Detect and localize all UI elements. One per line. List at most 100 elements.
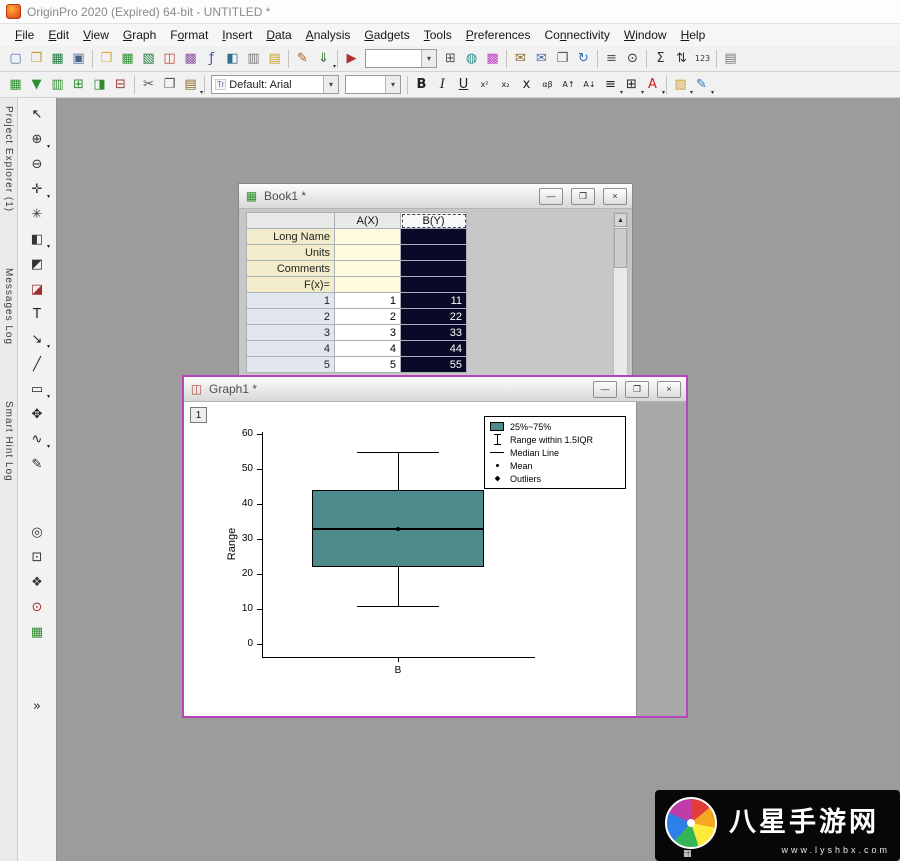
new-3d-graph[interactable]: ◧ bbox=[222, 48, 243, 70]
dropdown-arrow-icon[interactable]: ▾ bbox=[47, 343, 50, 350]
graph1-title-bar[interactable]: ◫ Graph1 * — ❐ × bbox=[184, 377, 686, 402]
open-excel[interactable]: ▦ bbox=[47, 48, 68, 70]
dropdown-arrow-icon[interactable]: ▾ bbox=[200, 89, 203, 96]
menu-item-format[interactable]: Format bbox=[163, 26, 215, 44]
rescale-tool[interactable]: ◎ bbox=[25, 521, 49, 543]
increase-font[interactable]: A↑ bbox=[558, 74, 579, 96]
superscript[interactable]: x² bbox=[474, 74, 495, 96]
cell-b-value-selected[interactable]: 33 bbox=[401, 325, 467, 341]
book1-title-bar[interactable]: ▦ Book1 * — ❐ × bbox=[239, 184, 632, 209]
fill-color[interactable]: ▨▾ bbox=[670, 74, 691, 96]
row-number[interactable]: 1 bbox=[247, 293, 335, 309]
append-rows[interactable]: ▼ bbox=[26, 74, 47, 96]
new-function-plot[interactable]: ƒ bbox=[201, 48, 222, 70]
more-tools[interactable]: » bbox=[25, 695, 49, 717]
move-column[interactable]: ◨ bbox=[89, 74, 110, 96]
font-size-combo-dropdown-arrow-icon[interactable]: ▾ bbox=[385, 76, 400, 93]
cell-a-value[interactable]: 4 bbox=[335, 341, 401, 357]
cell-b-header-selected[interactable] bbox=[401, 245, 467, 261]
set-decimal-places[interactable]: 123 bbox=[692, 48, 713, 70]
cell-b-header-selected[interactable] bbox=[401, 277, 467, 293]
underline[interactable]: U bbox=[453, 74, 474, 96]
add-new-columns[interactable]: ⊞ bbox=[440, 48, 461, 70]
data-selector-tool[interactable]: ◧▾ bbox=[25, 228, 49, 250]
script-window[interactable]: ≡ bbox=[601, 48, 622, 70]
freehand-tool[interactable]: ✎ bbox=[25, 453, 49, 475]
graph1-window[interactable]: ◫ Graph1 * — ❐ × 1 0102030405060BRange 2… bbox=[182, 375, 688, 718]
vertical-scrollbar[interactable]: ▲ ▼ bbox=[613, 212, 628, 395]
cell-b-value-selected[interactable]: 55 bbox=[401, 357, 467, 373]
font-combo-dropdown-arrow-icon[interactable]: ▾ bbox=[323, 76, 338, 93]
pointer-tool[interactable]: ↖ bbox=[25, 103, 49, 125]
slide-show[interactable]: ▶ bbox=[341, 48, 362, 70]
new-folder[interactable]: ❒ bbox=[96, 48, 117, 70]
cell-b-value-selected[interactable]: 22 bbox=[401, 309, 467, 325]
pick-data-point-tool[interactable]: ⊙ bbox=[25, 596, 49, 618]
scroll-thumb[interactable] bbox=[614, 228, 627, 268]
dropdown-arrow-icon[interactable]: ▾ bbox=[662, 89, 665, 96]
insert-rows[interactable]: ▦ bbox=[5, 74, 26, 96]
row-number[interactable]: 5 bbox=[247, 357, 335, 373]
copy[interactable]: ❐ bbox=[159, 74, 180, 96]
new-excel[interactable]: ▧ bbox=[138, 48, 159, 70]
dropdown-arrow-icon[interactable]: ▾ bbox=[47, 243, 50, 250]
arrow-tool[interactable]: ↘▾ bbox=[25, 328, 49, 350]
cell-a-value[interactable]: 3 bbox=[335, 325, 401, 341]
bold[interactable]: B bbox=[411, 74, 432, 96]
dropdown-arrow-icon[interactable]: ▾ bbox=[47, 393, 50, 400]
menu-item-graph[interactable]: Graph bbox=[116, 26, 163, 44]
layer1-button[interactable]: 1 bbox=[190, 407, 207, 423]
menu-item-tools[interactable]: Tools bbox=[417, 26, 459, 44]
graph1-close-button[interactable]: × bbox=[657, 381, 681, 398]
cell-a-value[interactable]: 5 bbox=[335, 357, 401, 373]
italic[interactable]: I bbox=[432, 74, 453, 96]
row-number[interactable]: 4 bbox=[247, 341, 335, 357]
book1-close-button[interactable]: × bbox=[603, 188, 627, 205]
font-color[interactable]: A▾ bbox=[642, 74, 663, 96]
menu-item-data[interactable]: Data bbox=[259, 26, 298, 44]
paste[interactable]: ▤▾ bbox=[180, 74, 201, 96]
row-label-units[interactable]: Units bbox=[247, 245, 335, 261]
cut[interactable]: ✂ bbox=[138, 74, 159, 96]
row-number[interactable]: 3 bbox=[247, 325, 335, 341]
line-tool[interactable]: ╱ bbox=[25, 353, 49, 375]
column-header-b[interactable]: B(Y) bbox=[401, 213, 467, 229]
new-matrix[interactable]: ▩ bbox=[180, 48, 201, 70]
row-label-comments[interactable]: Comments bbox=[247, 261, 335, 277]
cell-b-value-selected[interactable]: 11 bbox=[401, 293, 467, 309]
dock-tab-project-explorer-1-[interactable]: Project Explorer (1) bbox=[3, 106, 14, 212]
import-single-ascii[interactable]: ⇓▾ bbox=[313, 48, 334, 70]
refresh[interactable]: ↻ bbox=[573, 48, 594, 70]
menu-item-file[interactable]: File bbox=[8, 26, 41, 44]
annotation-tool[interactable]: ✳ bbox=[25, 203, 49, 225]
menu-item-insert[interactable]: Insert bbox=[215, 26, 259, 44]
graph1-maximize-button[interactable]: ❐ bbox=[625, 381, 649, 398]
sum-statistics[interactable]: Σ bbox=[650, 48, 671, 70]
layer-tool[interactable]: ❖ bbox=[25, 571, 49, 593]
new-notes[interactable]: ▤ bbox=[264, 48, 285, 70]
screen-reader-tool[interactable]: ✛▾ bbox=[25, 178, 49, 200]
subscript[interactable]: x₂ bbox=[495, 74, 516, 96]
column-header-a[interactable]: A(X) bbox=[335, 213, 401, 229]
graph-page[interactable]: 1 0102030405060BRange 25%~75% Range with… bbox=[184, 402, 636, 716]
dropdown-arrow-icon[interactable]: ▾ bbox=[47, 443, 50, 450]
open[interactable]: ❒ bbox=[26, 48, 47, 70]
duplicate-window[interactable]: ❐ bbox=[552, 48, 573, 70]
font-combo[interactable]: TrDefault: Arial▾ bbox=[211, 75, 339, 94]
dropdown-arrow-icon[interactable]: ▾ bbox=[711, 89, 714, 96]
row-label-long-name[interactable]: Long Name bbox=[247, 229, 335, 245]
rectangle-tool[interactable]: ▭▾ bbox=[25, 378, 49, 400]
row-label-f-x-[interactable]: F(x)= bbox=[247, 277, 335, 293]
cell-a-value[interactable]: 2 bbox=[335, 309, 401, 325]
menu-item-help[interactable]: Help bbox=[674, 26, 713, 44]
alignment[interactable]: ≡▾ bbox=[600, 74, 621, 96]
font-size-combo[interactable]: ▾ bbox=[345, 75, 401, 94]
text-tool[interactable]: T bbox=[25, 303, 49, 325]
mask-tool[interactable]: ◪ bbox=[25, 278, 49, 300]
new-graph[interactable]: ◫ bbox=[159, 48, 180, 70]
graph1-minimize-button[interactable]: — bbox=[593, 381, 617, 398]
cell-b-header-selected[interactable] bbox=[401, 261, 467, 277]
line-color[interactable]: ✎▾ bbox=[691, 74, 712, 96]
append-columns[interactable]: ⊞ bbox=[68, 74, 89, 96]
zoom-in-tool[interactable]: ⊕▾ bbox=[25, 128, 49, 150]
